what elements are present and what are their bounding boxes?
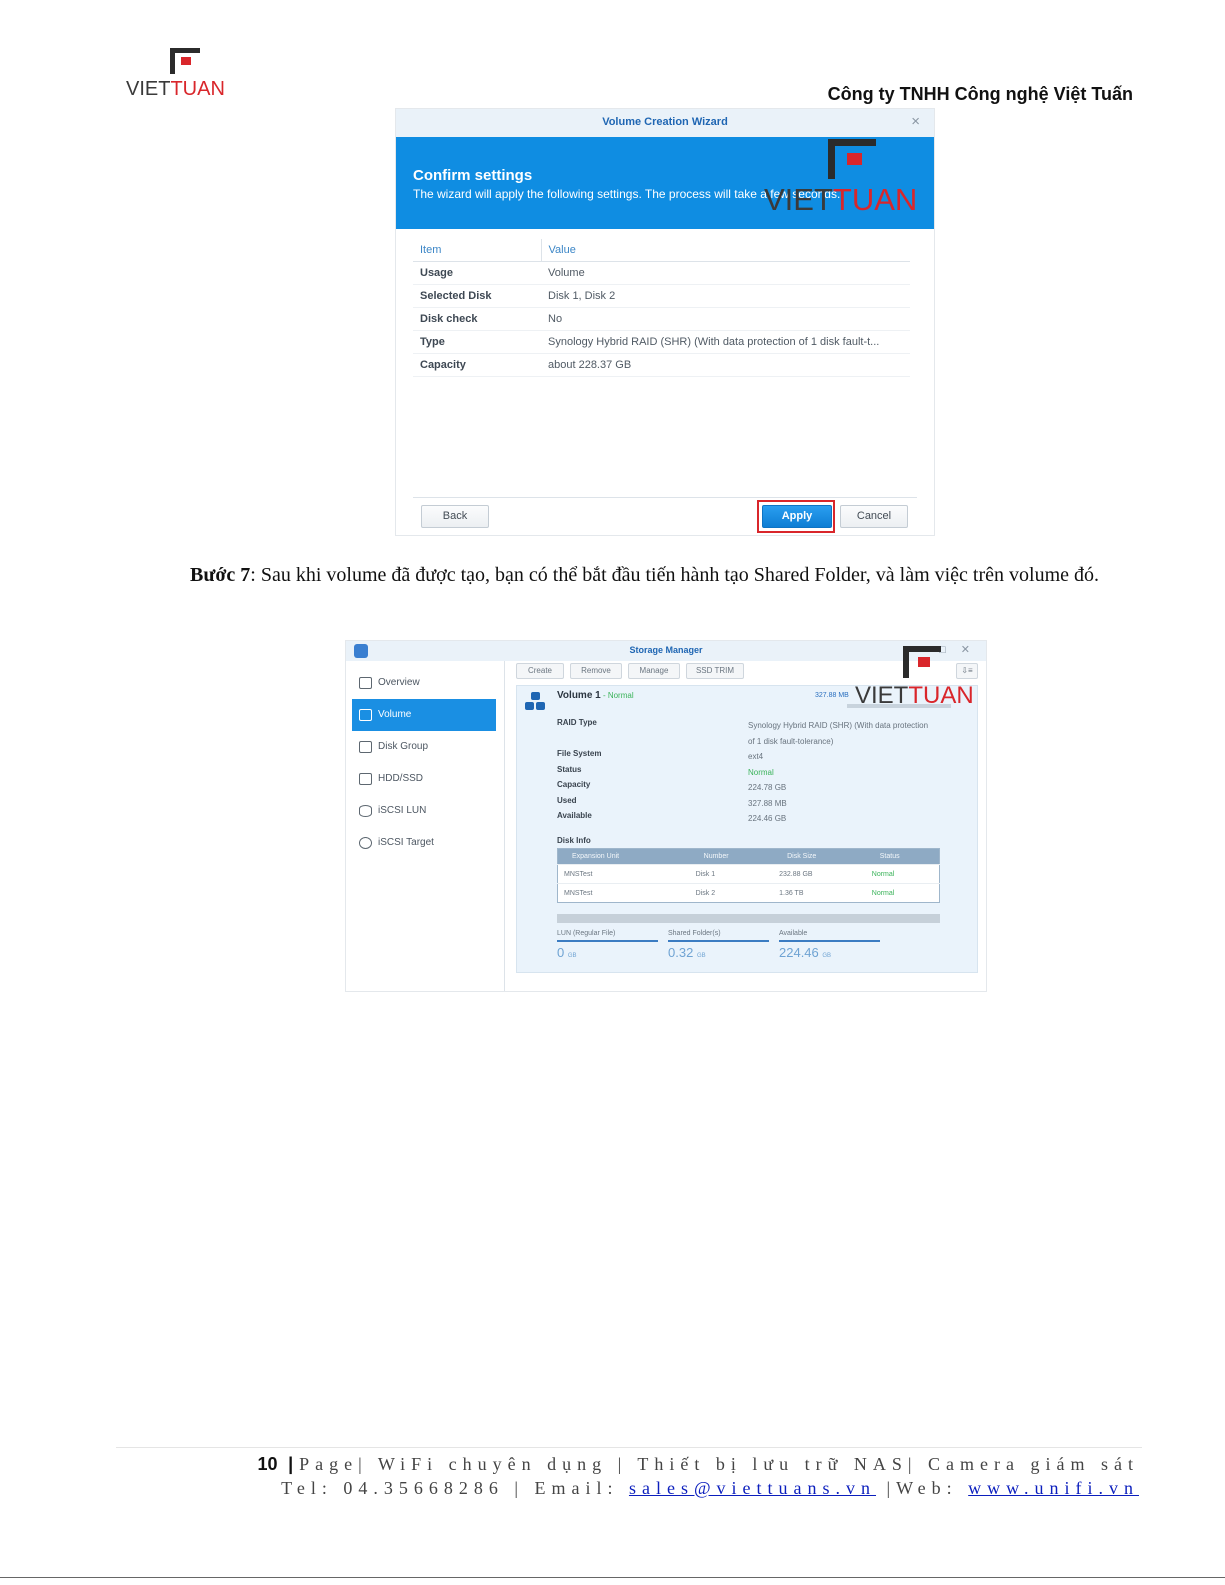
step-paragraph: Bước 7: Sau khi volume đã được tạo, bạn …	[190, 562, 1130, 588]
stat-lun: LUN (Regular File) 0 GB	[557, 930, 658, 960]
watermark-logo: VIETTUAN	[855, 646, 995, 712]
disk-info-label: Disk Info	[557, 836, 591, 845]
column-header: Expansion Unit	[557, 848, 690, 865]
table-row: Capacity about 228.37 GB	[413, 353, 910, 377]
settings-table: Item Value Usage Volume Selected Disk Disk…	[413, 239, 910, 377]
sidebar-divider	[504, 661, 505, 991]
header-logo: VIETTUAN	[126, 46, 241, 101]
step-label: Bước 7	[190, 564, 251, 586]
sidebar-item-volume[interactable]: Volume	[352, 699, 496, 731]
footer-line-2: Tel: 04.35668286 | Email: sales@viettuan…	[281, 1478, 1139, 1498]
wizard-titlebar: Volume Creation Wizard ×	[396, 109, 934, 137]
manage-button[interactable]: Manage	[628, 663, 680, 679]
web-link[interactable]: www.unifi.vn	[968, 1478, 1139, 1498]
column-header-item: Item	[413, 239, 541, 262]
apply-button[interactable]: Apply	[762, 505, 832, 528]
close-icon[interactable]: ×	[911, 113, 920, 130]
sidebar-item-iscsi-target[interactable]: iSCSI Target	[352, 827, 496, 859]
target-icon	[359, 837, 372, 849]
wizard-banner: Confirm settings The wizard will apply t…	[396, 137, 934, 229]
watermark-logo: VIETTUAN	[764, 139, 939, 219]
back-button[interactable]: Back	[421, 505, 489, 528]
cancel-button[interactable]: Cancel	[840, 505, 908, 528]
volume-icon	[359, 709, 372, 721]
ssd-trim-button[interactable]: SSD TRIM	[686, 663, 744, 679]
volume-status: - Normal	[600, 691, 634, 700]
disk-table: Expansion Unit Number Disk Size Status M…	[557, 848, 940, 903]
page-bottom-rule	[0, 1577, 1225, 1578]
lun-icon	[359, 805, 372, 817]
table-row[interactable]: MNSTest Disk 2 1.36 TB Normal	[557, 883, 940, 903]
hdd-icon	[359, 773, 372, 785]
volume-title: Volume 1 - Normal	[557, 690, 634, 701]
wizard-heading: Confirm settings	[413, 167, 533, 184]
disk-group-icon	[359, 741, 372, 753]
sidebar-item-hdd-ssd[interactable]: HDD/SSD	[352, 763, 496, 795]
overview-icon	[359, 677, 372, 689]
column-header: Status	[865, 848, 940, 865]
sidebar-item-disk-group[interactable]: Disk Group	[352, 731, 496, 763]
logo-mark-icon	[170, 48, 200, 76]
stat-available: Available 224.46 GB	[779, 930, 880, 960]
used-label: 327.88 MB	[815, 692, 849, 699]
column-header: Number	[689, 848, 774, 865]
email-link[interactable]: sales@viettuans.vn	[629, 1478, 876, 1498]
table-row: Selected Disk Disk 1, Disk 2	[413, 284, 910, 308]
footer-line-1: 10 | Page| WiFi chuyên dụng | Thiết bị lư…	[257, 1454, 1139, 1474]
step-body: : Sau khi volume đã được tạo, bạn có thể…	[250, 564, 1100, 586]
stat-shared-folders: Shared Folder(s) 0.32 GB	[668, 930, 769, 960]
volume-icon	[525, 692, 547, 712]
logo-mark-icon	[903, 646, 941, 680]
sidebar-item-overview[interactable]: Overview	[352, 667, 496, 699]
table-row[interactable]: MNSTest Disk 1 232.88 GB Normal	[557, 864, 940, 884]
company-name: Công ty TNHH Công nghệ Việt Tuấn	[827, 84, 1133, 104]
page-number: 10	[257, 1454, 278, 1474]
storage-manager-window: Storage Manager □ ✕ Overview Volume Disk…	[345, 640, 987, 992]
logo-mark-icon	[828, 139, 876, 179]
sm-sidebar: Overview Volume Disk Group HDD/SSD iSCSI…	[352, 667, 496, 859]
logo-wordmark: VIETTUAN	[126, 78, 225, 100]
column-header-value: Value	[540, 239, 910, 262]
table-row: Disk check No	[413, 307, 910, 331]
create-button[interactable]: Create	[516, 663, 564, 679]
remove-button[interactable]: Remove	[570, 663, 622, 679]
table-row: Type Synology Hybrid RAID (SHR) (With dat…	[413, 330, 910, 354]
wizard-footer-divider	[413, 497, 917, 498]
table-row: Usage Volume	[413, 261, 910, 285]
footer-divider	[116, 1447, 1142, 1448]
volume-creation-wizard: Volume Creation Wizard × Confirm setting…	[395, 108, 935, 536]
allocation-bar	[557, 914, 940, 923]
column-header: Disk Size	[773, 848, 866, 865]
wizard-title: Volume Creation Wizard	[602, 116, 728, 128]
volume-detail-panel: Volume 1 - Normal 327.88 MB VIETTUAN RAI…	[516, 646, 978, 973]
sidebar-item-iscsi-lun[interactable]: iSCSI LUN	[352, 795, 496, 827]
